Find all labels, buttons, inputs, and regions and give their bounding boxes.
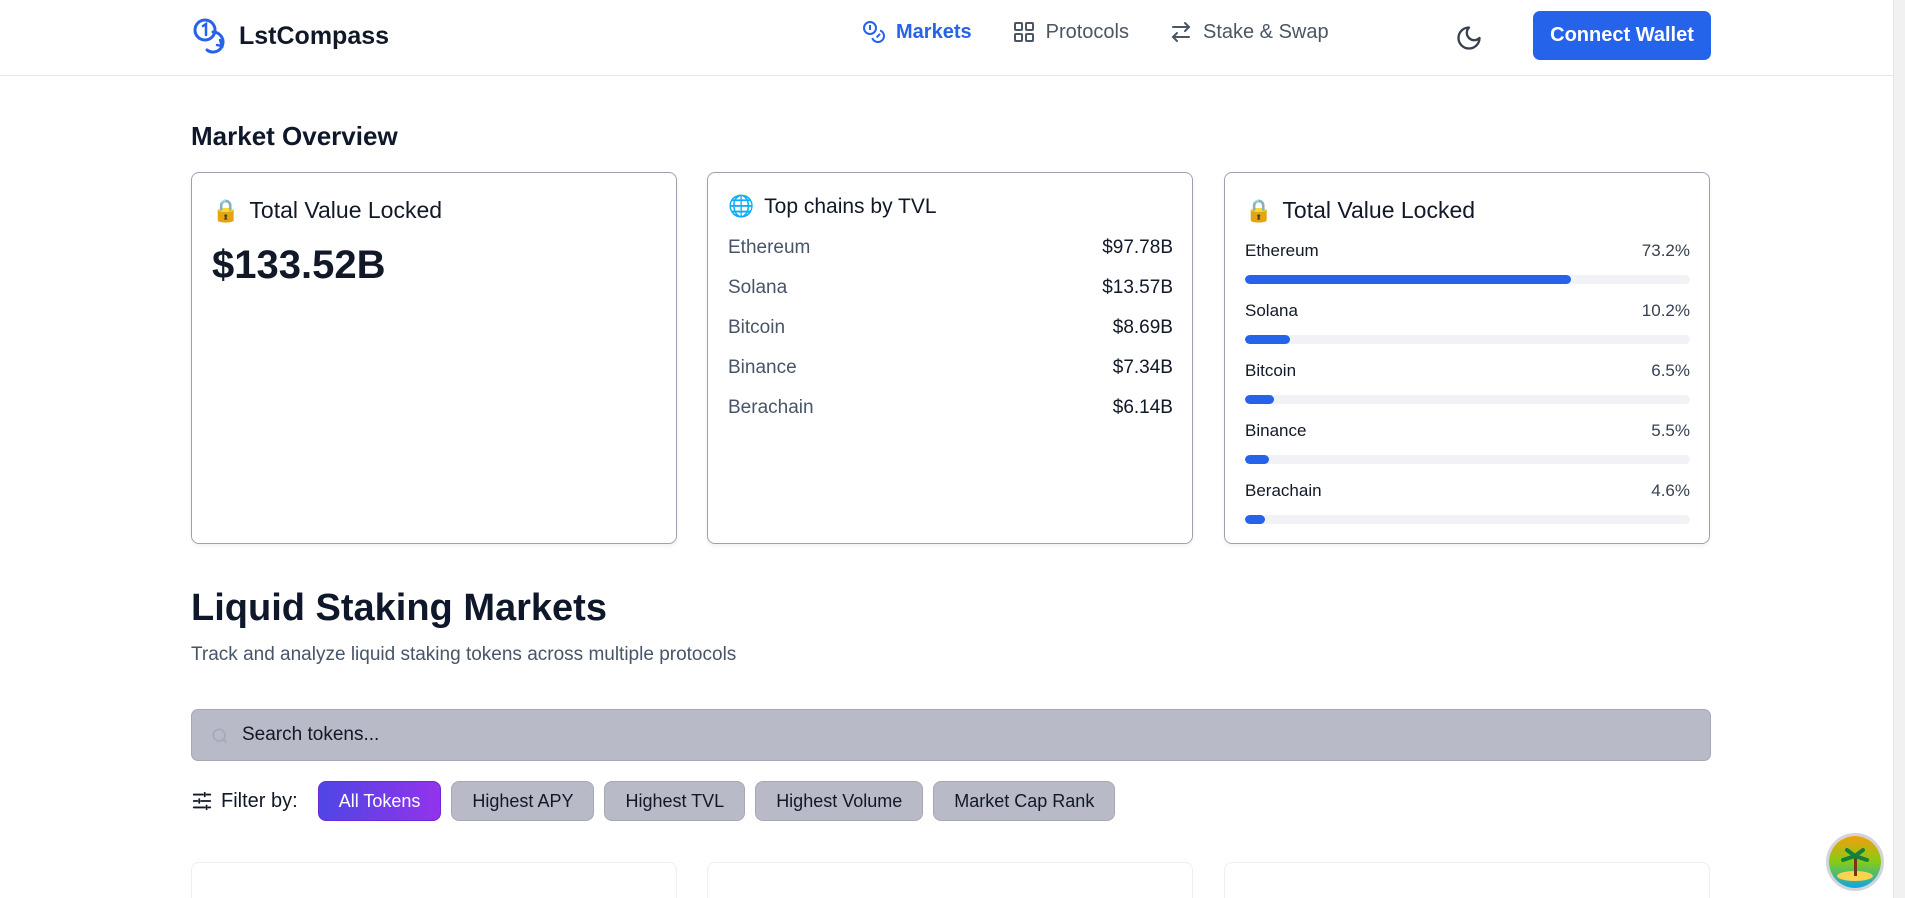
share-percent: 6.5%: [1651, 361, 1690, 380]
nav-markets[interactable]: Markets: [862, 20, 972, 44]
chain-tvl: $97.78B: [1102, 237, 1173, 258]
chain-name: Ethereum: [728, 237, 811, 258]
top-header: LstCompass Markets Protocols Stake & Swa…: [0, 0, 1893, 76]
share-row: Bitcoin 6.5%: [1245, 361, 1690, 421]
filter-highest-apy[interactable]: Highest APY: [451, 781, 595, 821]
chain-row: Ethereum $97.78B: [728, 237, 1173, 277]
token-card[interactable]: [707, 862, 1193, 898]
share-bar-track: [1245, 515, 1690, 524]
tvl-value: $133.52B: [212, 243, 386, 287]
tvl-card-title: Total Value Locked: [249, 197, 443, 223]
tvl-card: 🔒 Total Value Locked $133.52B: [191, 172, 677, 544]
filter-label: Filter by:: [191, 790, 298, 813]
share-bar-track: [1245, 455, 1690, 464]
top-chains-header: 🌐 Top chains by TVL: [728, 195, 937, 219]
filter-all-tokens[interactable]: All Tokens: [317, 781, 442, 821]
share-chain-name: Solana: [1245, 301, 1298, 320]
sliders-icon: [192, 791, 212, 811]
chain-name: Berachain: [728, 397, 814, 418]
lock-icon: 🔒: [1245, 197, 1273, 223]
filter-row: Filter by: All Tokens Highest APY Highes…: [191, 781, 1125, 821]
chain-name: Bitcoin: [728, 317, 786, 338]
chain-tvl: $8.69B: [1112, 317, 1173, 338]
chain-name: Solana: [728, 277, 788, 298]
share-row: Binance 5.5%: [1245, 421, 1690, 481]
filter-highest-tvl[interactable]: Highest TVL: [604, 781, 746, 821]
markets-title: Liquid Staking Markets: [191, 587, 607, 629]
chain-row: Berachain $6.14B: [728, 397, 1173, 437]
share-bar-track: [1245, 275, 1690, 284]
tvl-share-title: Total Value Locked: [1282, 197, 1476, 223]
share-bar-fill: [1245, 275, 1571, 284]
tvl-share-card: 🔒 Total Value Locked Ethereum 73.2% Solan…: [1224, 172, 1710, 544]
share-percent: 5.5%: [1651, 421, 1690, 440]
share-chain-name: Bitcoin: [1245, 361, 1297, 380]
token-card[interactable]: [191, 862, 677, 898]
markets-subtitle: Track and analyze liquid staking tokens …: [191, 644, 737, 665]
filter-label-text: Filter by:: [221, 789, 298, 812]
market-overview-title: Market Overview: [191, 121, 398, 151]
globe-icon: 🌐: [728, 195, 755, 218]
chain-tvl: $7.34B: [1112, 357, 1173, 378]
share-bar-fill: [1245, 395, 1274, 404]
coins-logo-icon: [193, 18, 225, 54]
search-icon: [212, 728, 228, 744]
token-card[interactable]: [1224, 862, 1710, 898]
share-percent: 73.2%: [1641, 241, 1690, 260]
share-chain-name: Binance: [1245, 421, 1307, 440]
share-list: Ethereum 73.2% Solana 10.2% Bitcoin 6.5% Bi…: [1245, 241, 1690, 541]
share-chain-name: Ethereum: [1245, 241, 1319, 260]
brand-logo[interactable]: LstCompass: [191, 16, 389, 56]
chain-row: Solana $13.57B: [728, 277, 1173, 317]
chain-row: Binance $7.34B: [728, 357, 1173, 397]
page-scrollbar[interactable]: [1893, 0, 1905, 898]
coins-icon: [863, 21, 885, 43]
share-bar-track: [1245, 335, 1690, 344]
tvl-card-header: 🔒 Total Value Locked: [212, 197, 442, 224]
avatar[interactable]: [1826, 833, 1884, 891]
share-bar-fill: [1245, 515, 1266, 524]
connect-wallet-button[interactable]: Connect Wallet: [1533, 11, 1711, 60]
share-row: Berachain 4.6%: [1245, 481, 1690, 541]
chain-list: Ethereum $97.78B Solana $13.57B Bitcoin $8.…: [728, 237, 1173, 437]
share-bar-fill: [1245, 335, 1291, 344]
share-percent: 4.6%: [1651, 481, 1690, 500]
chain-tvl: $6.14B: [1112, 397, 1173, 418]
share-row: Ethereum 73.2%: [1245, 241, 1690, 301]
top-chains-title: Top chains by TVL: [764, 195, 937, 218]
top-chains-card: 🌐 Top chains by TVL Ethereum $97.78B Sola…: [707, 172, 1193, 544]
share-bar-track: [1245, 395, 1690, 404]
nav-protocols-label: Protocols: [1045, 20, 1129, 43]
swap-arrows-icon: [1171, 22, 1191, 42]
share-percent: 10.2%: [1641, 301, 1690, 320]
filter-market-cap-rank[interactable]: Market Cap Rank: [933, 781, 1116, 821]
share-chain-name: Berachain: [1245, 481, 1322, 500]
search-bar: [191, 709, 1711, 761]
chain-name: Binance: [728, 357, 797, 378]
island-avatar-icon: [1829, 836, 1881, 888]
grid-icon: [1013, 22, 1034, 42]
nav-stake-swap-label: Stake & Swap: [1202, 20, 1329, 43]
chain-tvl: $13.57B: [1102, 277, 1173, 298]
search-input[interactable]: [242, 710, 1682, 760]
brand-name: LstCompass: [239, 21, 390, 50]
filter-highest-volume[interactable]: Highest Volume: [755, 781, 924, 821]
chain-row: Bitcoin $8.69B: [728, 317, 1173, 357]
tvl-share-header: 🔒 Total Value Locked: [1245, 197, 1475, 224]
share-bar-fill: [1245, 455, 1270, 464]
nav-protocols[interactable]: Protocols: [1012, 20, 1129, 44]
nav-stake-swap[interactable]: Stake & Swap: [1169, 20, 1329, 44]
lock-icon: 🔒: [212, 197, 240, 223]
moon-icon[interactable]: [1455, 24, 1483, 52]
share-row: Solana 10.2%: [1245, 301, 1690, 361]
nav-markets-label: Markets: [896, 20, 972, 43]
main-nav: Markets Protocols Stake & Swap: [862, 20, 1329, 44]
